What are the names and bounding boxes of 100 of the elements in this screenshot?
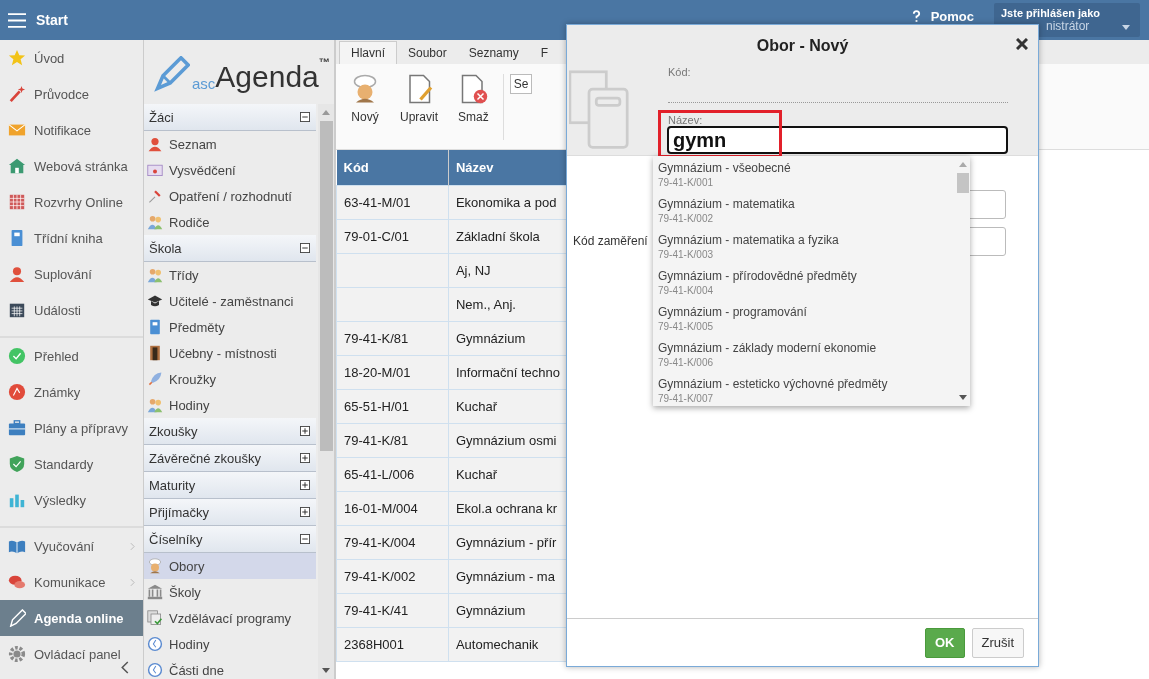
panel-item[interactable]: Třídy bbox=[144, 262, 316, 288]
panel-item[interactable]: Rodiče bbox=[144, 209, 316, 235]
section-header[interactable]: Maturity bbox=[144, 472, 316, 499]
nav-item[interactable]: Agenda online bbox=[0, 600, 143, 636]
clock-icon bbox=[147, 636, 163, 652]
table-cell: Gymnázium osmi bbox=[448, 423, 568, 457]
section-header[interactable]: Přijímačky bbox=[144, 499, 316, 526]
ribbon-tab[interactable]: Seznamy bbox=[457, 42, 530, 64]
chat-bubbles-icon bbox=[8, 573, 26, 591]
suggestion-item[interactable]: Gymnázium - matematika 79-41-K/002 bbox=[658, 192, 955, 228]
help-icon[interactable] bbox=[911, 9, 921, 23]
panel-item[interactable]: Seznam bbox=[144, 131, 316, 157]
nav-item[interactable]: Známky bbox=[0, 374, 143, 410]
table-cell: 79-41-K/002 bbox=[336, 559, 449, 593]
ribbon-tab[interactable]: F bbox=[529, 42, 560, 64]
table-cell: Základní škola bbox=[448, 219, 568, 253]
table-cell: Ekol.a ochrana kr bbox=[448, 491, 568, 525]
table-cell: Gymnázium - ma bbox=[448, 559, 568, 593]
logo-prefix: asc bbox=[192, 75, 216, 92]
section-header[interactable]: Zkoušky bbox=[144, 418, 316, 445]
table-cell: Informační techno bbox=[448, 355, 568, 389]
select-field[interactable]: Se bbox=[509, 74, 533, 94]
nav-item[interactable]: Komunikace bbox=[0, 564, 143, 600]
nav-item[interactable]: Standardy bbox=[0, 446, 143, 482]
section-header[interactable]: Škola bbox=[144, 235, 316, 262]
suggestion-item[interactable]: Gymnázium - matematika a fyzika 79-41-K/003 bbox=[658, 228, 955, 264]
panel-item[interactable]: Hodiny bbox=[144, 631, 316, 657]
nav-item[interactable]: Plány a přípravy bbox=[0, 410, 143, 446]
section-header[interactable]: Žáci bbox=[144, 104, 316, 131]
caret-icon bbox=[1122, 25, 1130, 30]
scroll-up-icon[interactable] bbox=[322, 110, 330, 115]
column-header[interactable]: Název bbox=[448, 150, 568, 185]
suggestion-item[interactable]: Gymnázium - základy moderní ekonomie 79-41-K/006 bbox=[658, 336, 955, 372]
nav-item[interactable]: Webová stránka bbox=[0, 148, 143, 184]
panel-item[interactable]: Opatření / rozhodnutí bbox=[144, 183, 316, 209]
ribbon-tab[interactable]: Hlavní bbox=[339, 41, 397, 64]
nav-item[interactable]: Vyučování bbox=[0, 528, 143, 564]
person-icon bbox=[8, 265, 26, 283]
nav-item[interactable]: Průvodce bbox=[0, 76, 143, 112]
nav-item[interactable]: Výsledky bbox=[0, 482, 143, 518]
cancel-button[interactable]: Zrušit bbox=[971, 627, 1024, 658]
suggestion-item[interactable]: Gymnázium - všeobecné 79-41-K/001 bbox=[658, 156, 955, 192]
pencil-logo-icon bbox=[154, 56, 190, 92]
toolbar-button[interactable]: Smaž bbox=[458, 74, 489, 124]
notebook-icon bbox=[147, 319, 163, 335]
scroll-up-icon[interactable] bbox=[958, 162, 967, 167]
nav-item[interactable]: Ovládací panel bbox=[0, 636, 143, 672]
table-cell: Aj, NJ bbox=[448, 253, 568, 287]
help-link[interactable]: Pomoc bbox=[930, 8, 974, 24]
input-field[interactable]: gymn bbox=[667, 126, 1008, 154]
panel-item[interactable]: Učitelé - zaměstnanci bbox=[144, 288, 316, 314]
suggestion-item[interactable]: Gymnázium - přírodovědné předměty 79-41-K/004 bbox=[658, 264, 955, 300]
panel-item[interactable]: Hodiny bbox=[144, 392, 316, 418]
ribbon-tab[interactable]: Soubor bbox=[397, 42, 458, 64]
panel-item[interactable]: Kroužky bbox=[144, 366, 316, 392]
toolbar-button[interactable]: Upravit bbox=[400, 74, 438, 124]
nav-item[interactable]: Rozvrhy Online bbox=[0, 184, 143, 220]
clock-icon bbox=[147, 662, 163, 678]
panel-item[interactable]: Vysvědčení bbox=[144, 157, 316, 183]
check-circle-icon bbox=[8, 347, 26, 365]
menu-icon[interactable] bbox=[8, 12, 26, 28]
table-cell: 79-41-K/81 bbox=[336, 423, 449, 457]
scroll-down-icon[interactable] bbox=[958, 395, 967, 400]
calendar-grid-icon bbox=[8, 193, 26, 211]
people-icon bbox=[147, 267, 163, 283]
nav-item[interactable]: Suplování bbox=[0, 256, 143, 292]
dialog-title: Obor - Nový bbox=[755, 37, 850, 55]
panel-item[interactable]: Obory bbox=[144, 553, 316, 579]
nav-item[interactable]: Přehled bbox=[0, 338, 143, 374]
nav-item[interactable]: Úvod bbox=[0, 40, 143, 76]
scrollbar-thumb[interactable] bbox=[956, 173, 969, 193]
people-icon bbox=[147, 397, 163, 413]
panel-item[interactable]: Školy bbox=[144, 579, 316, 605]
nav-item[interactable]: Třídní kniha bbox=[0, 220, 143, 256]
scroll-down-icon[interactable] bbox=[322, 668, 330, 673]
scrollbar-thumb[interactable] bbox=[319, 121, 333, 451]
suggestion-item[interactable]: Gymnázium - programování 79-41-K/005 bbox=[658, 300, 955, 336]
trademark-sign: ™ bbox=[318, 56, 330, 68]
panel-item[interactable]: Učebny - místnosti bbox=[144, 340, 316, 366]
panel-item[interactable]: Předměty bbox=[144, 314, 316, 340]
suggestion-item[interactable]: Gymnázium - esteticko výchovné předměty 79-41-K/007 bbox=[658, 372, 955, 406]
section-header[interactable]: Závěrečné zkoušky bbox=[144, 445, 316, 472]
pushpin-icon bbox=[147, 188, 163, 204]
chevron-left-icon[interactable] bbox=[121, 661, 129, 674]
table-cell: 79-41-K/81 bbox=[336, 321, 449, 355]
table-cell: 79-41-K/004 bbox=[336, 525, 449, 559]
panel-item[interactable]: Vzdělávací programy bbox=[144, 605, 316, 631]
column-header[interactable]: Kód bbox=[336, 150, 449, 185]
app-title: Start bbox=[36, 12, 68, 28]
scrollbar[interactable] bbox=[318, 104, 334, 679]
nav-item[interactable]: Události bbox=[0, 292, 143, 328]
table-cell: Ekonomika a pod bbox=[448, 185, 568, 219]
magic-wand-icon bbox=[8, 85, 26, 103]
close-icon[interactable] bbox=[1016, 38, 1028, 50]
table-cell: Nem., Anj. bbox=[448, 287, 568, 321]
panel-item[interactable]: Části dne bbox=[144, 657, 316, 679]
table-cell: 16-01-M/004 bbox=[336, 491, 449, 525]
nav-item[interactable]: Notifikace bbox=[0, 112, 143, 148]
toolbar-button[interactable]: Nový bbox=[350, 74, 380, 124]
section-header[interactable]: Číselníky bbox=[144, 526, 316, 553]
